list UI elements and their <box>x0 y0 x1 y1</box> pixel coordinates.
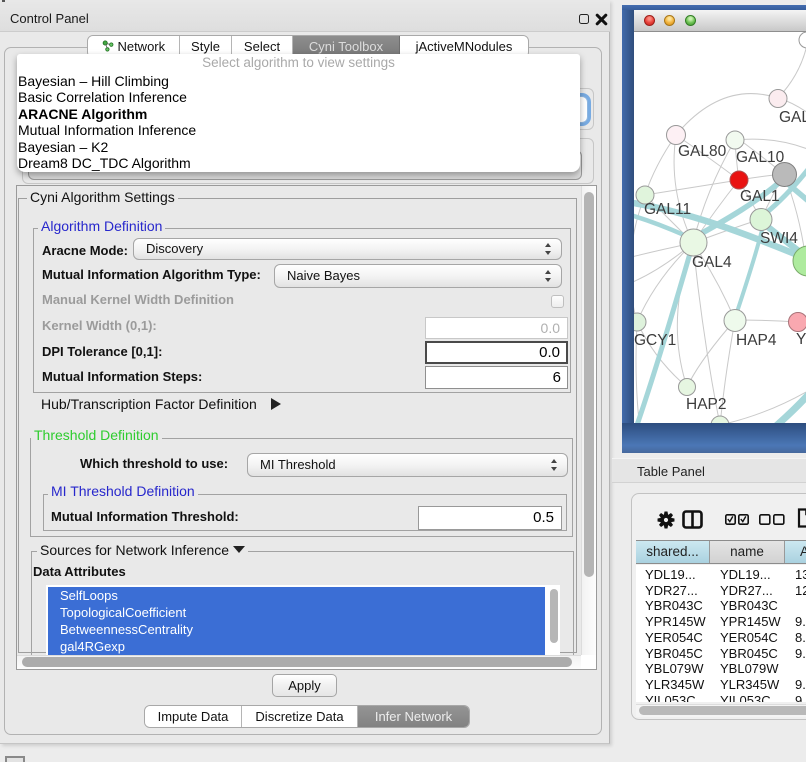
svg-text:HAP4: HAP4 <box>736 332 777 349</box>
svg-text:HAP2: HAP2 <box>686 396 727 413</box>
svg-text:Y: Y <box>796 331 806 348</box>
svg-text:GAL80: GAL80 <box>678 143 727 160</box>
svg-text:GAL4: GAL4 <box>692 254 732 271</box>
svg-text:GAL11: GAL11 <box>644 201 691 218</box>
svg-text:GAL10: GAL10 <box>736 149 785 166</box>
svg-text:SWI4: SWI4 <box>760 230 798 247</box>
svg-text:GAL8: GAL8 <box>779 109 806 126</box>
svg-text:GAL1: GAL1 <box>740 188 780 205</box>
svg-text:GCY1: GCY1 <box>634 332 676 349</box>
